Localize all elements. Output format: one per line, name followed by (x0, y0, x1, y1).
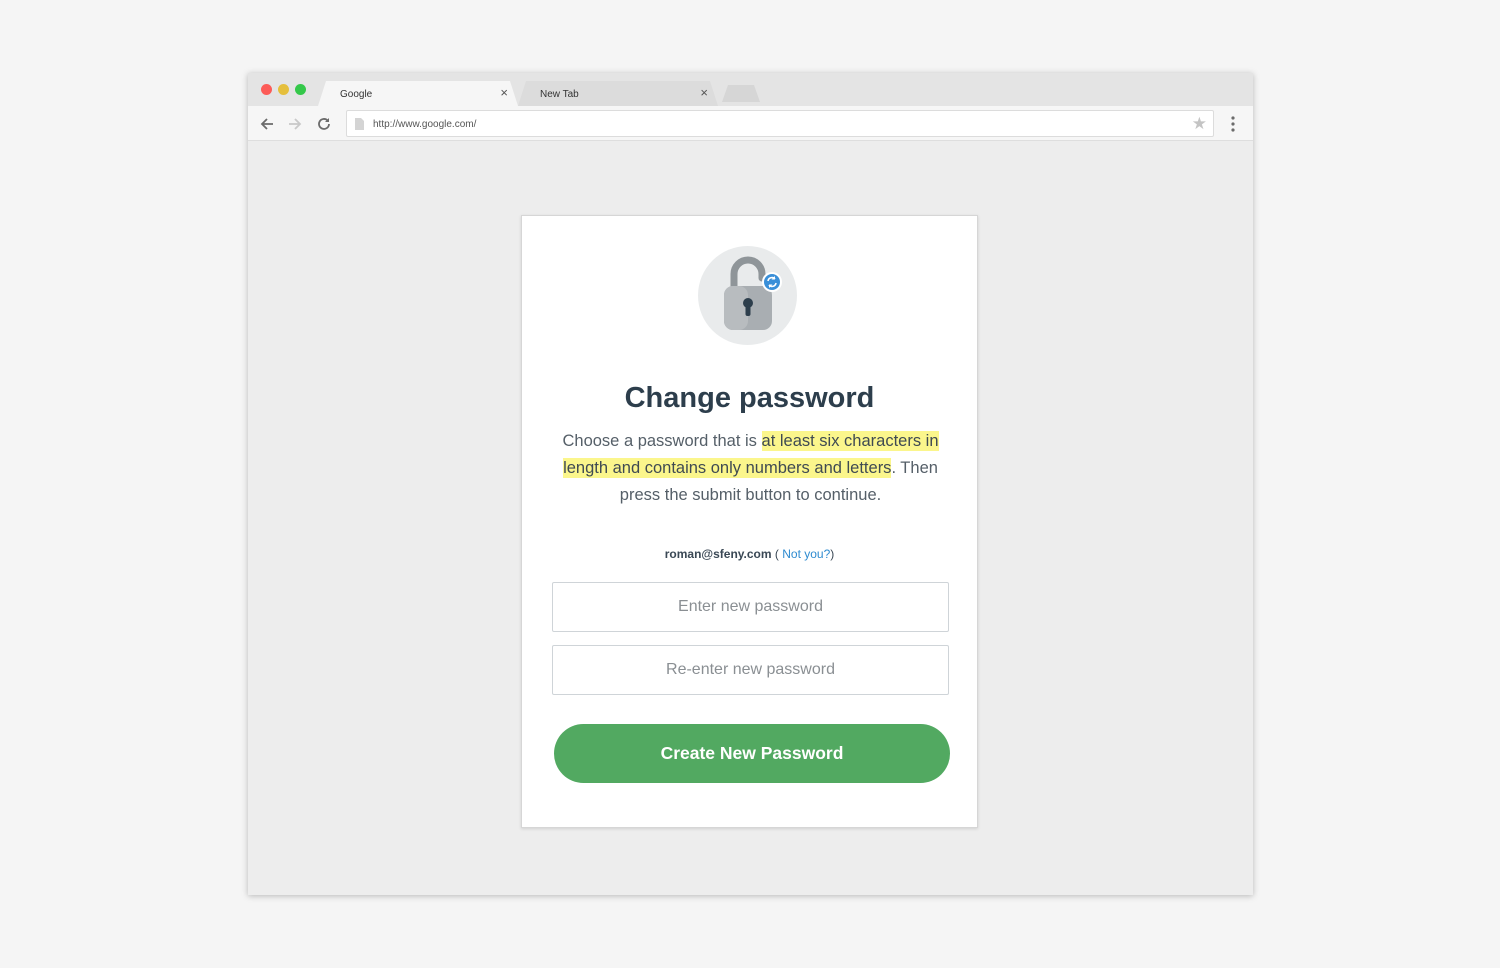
tab-label: New Tab (540, 89, 579, 100)
browser-toolbar: http://www.google.com/ ★ (248, 106, 1253, 141)
close-window-button[interactable] (261, 84, 272, 95)
create-new-password-button[interactable]: Create New Password (554, 724, 950, 783)
lock-refresh-icon (698, 246, 797, 345)
new-password-field[interactable] (552, 582, 949, 632)
tab-close-icon[interactable]: × (700, 86, 708, 99)
change-password-card: Change password Choose a password that i… (521, 215, 978, 828)
page-content: Change password Choose a password that i… (248, 141, 1253, 895)
password-instructions: Choose a password that is at least six c… (542, 428, 959, 509)
menu-dots-icon[interactable] (1228, 116, 1238, 132)
tab-new-tab[interactable]: New Tab × (518, 81, 718, 106)
tab-close-icon[interactable]: × (500, 86, 508, 99)
browser-window: New Tab × Google × http://www.google.com… (248, 73, 1253, 895)
url-text: http://www.google.com/ (373, 119, 477, 130)
minimize-window-button[interactable] (278, 84, 289, 95)
account-line: roman@sfeny.com ( Not you?) (522, 547, 977, 561)
arrow-right-icon[interactable] (286, 115, 304, 133)
tab-label: Google (340, 89, 373, 100)
arrow-left-icon[interactable] (258, 115, 276, 133)
maximize-window-button[interactable] (295, 84, 306, 95)
star-icon[interactable]: ★ (1192, 114, 1207, 134)
instructions-text: Choose a password that is (562, 432, 762, 450)
new-tab-button[interactable] (722, 85, 760, 102)
address-bar[interactable]: http://www.google.com/ ★ (346, 110, 1214, 137)
reload-icon[interactable] (315, 115, 333, 133)
paren-close: ) (830, 547, 835, 561)
paren-open: ( (771, 547, 783, 561)
confirm-password-field[interactable] (552, 645, 949, 695)
tab-bar: New Tab × Google × (248, 73, 1253, 106)
page-title: Change password (624, 382, 875, 414)
tab-google[interactable]: Google × (318, 81, 518, 106)
not-you-link[interactable]: Not you? (782, 547, 830, 561)
page-icon (355, 118, 364, 130)
account-email: roman@sfeny.com (664, 547, 772, 561)
